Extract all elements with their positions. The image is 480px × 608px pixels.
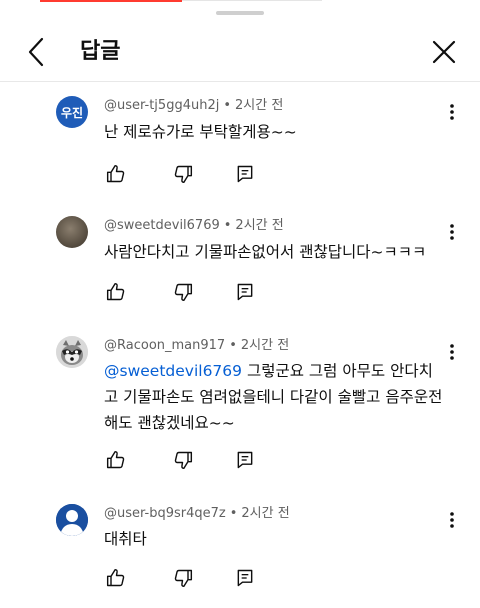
more-vert-icon [449,511,455,529]
reply-text: 난 제로슈가로 부탁할게용~~ [104,123,297,141]
avatar-initials: 우진 [60,105,84,120]
avatar[interactable] [56,336,88,368]
reply-actions [100,564,300,592]
more-vert-icon [449,103,455,121]
dislike-button[interactable] [169,278,197,306]
avatar[interactable]: 우진 [56,96,88,128]
author-name[interactable]: @sweetdevil6769 [104,218,220,233]
top-progress-strip [0,0,480,2]
close-button[interactable] [424,34,464,70]
thumb-down-icon [173,568,193,588]
meta-separator: • [229,506,238,521]
reply-text: 대취타 [104,530,147,548]
reply-meta: @Racoon_man917 • 2시간 전 [104,336,289,356]
more-options-button[interactable] [440,508,464,532]
reply-item: @sweetdevil6769 • 2시간 전 사람안다치고 기물파손없어서 괜찮답… [0,202,480,322]
author-name[interactable]: @Racoon_man917 [104,338,225,353]
thumb-up-icon [106,568,126,588]
author-name[interactable]: @user-tj5gg4uh2j [104,98,219,113]
reply-actions [100,278,300,306]
raccoon-avatar-icon [56,336,88,368]
default-user-icon [56,504,88,536]
like-button[interactable] [102,564,130,592]
thumb-down-icon [173,164,193,184]
reply-text: 사람안다치고 기물파손없어서 괜찮답니다~ㅋㅋㅋ [104,243,427,261]
reply-comment-icon [235,450,255,470]
reply-item: 우진 @user-tj5gg4uh2j • 2시간 전 난 제로슈가로 부탁할게용~… [0,82,480,202]
reply-actions [100,446,300,474]
thumb-down-icon [173,282,193,302]
more-vert-icon [449,343,455,361]
like-button[interactable] [102,446,130,474]
page-title: 답글 [80,39,121,64]
thumb-up-icon [106,450,126,470]
timestamp: 2시간 전 [235,98,284,113]
reply-button[interactable] [231,446,259,474]
like-button[interactable] [102,278,130,306]
reply-comment-icon [235,164,255,184]
more-options-button[interactable] [440,100,464,124]
timestamp: 2시간 전 [235,218,284,233]
reply-button[interactable] [231,278,259,306]
reply-meta: @user-tj5gg4uh2j • 2시간 전 [104,96,283,116]
meta-separator: • [229,338,237,353]
timestamp: 2시간 전 [240,338,290,353]
avatar[interactable] [56,504,88,536]
back-button[interactable] [18,34,54,70]
reply-button[interactable] [231,564,259,592]
more-options-button[interactable] [440,220,464,244]
reply-button[interactable] [231,160,259,188]
drag-handle[interactable] [216,11,264,15]
thumb-up-icon [106,164,126,184]
author-name[interactable]: @user-bq9sr4qe7z [104,506,226,521]
reply-item: @user-bq9sr4qe7z • 2시간 전 대취타 [0,494,480,608]
reply-comment-icon [235,282,255,302]
reply-actions [100,160,300,188]
thumb-down-icon [173,450,193,470]
reply-meta: @user-bq9sr4qe7z • 2시간 전 [104,504,290,524]
progress-fill [40,0,182,2]
dislike-button[interactable] [169,564,197,592]
meta-separator: • [223,98,232,113]
thumb-up-icon [106,282,126,302]
mention-link[interactable]: @sweetdevil6769 [104,362,242,380]
dislike-button[interactable] [169,160,197,188]
like-button[interactable] [102,160,130,188]
replies-header: 답글 [0,22,480,82]
reply-meta: @sweetdevil6769 • 2시간 전 [104,216,284,236]
reply-text: @sweetdevil6769 그렇군요 그럼 아무도 안다치고 기물파손도 염… [104,358,444,436]
close-icon [431,39,457,65]
avatar[interactable] [56,216,88,248]
meta-separator: • [223,218,232,233]
timestamp: 2시간 전 [241,506,290,521]
reply-item: @Racoon_man917 • 2시간 전 @sweetdevil6769 그렇군… [0,322,480,494]
reply-comment-icon [235,568,255,588]
progress-track [182,0,322,1]
more-vert-icon [449,223,455,241]
dislike-button[interactable] [169,446,197,474]
back-arrow-icon [26,37,46,67]
